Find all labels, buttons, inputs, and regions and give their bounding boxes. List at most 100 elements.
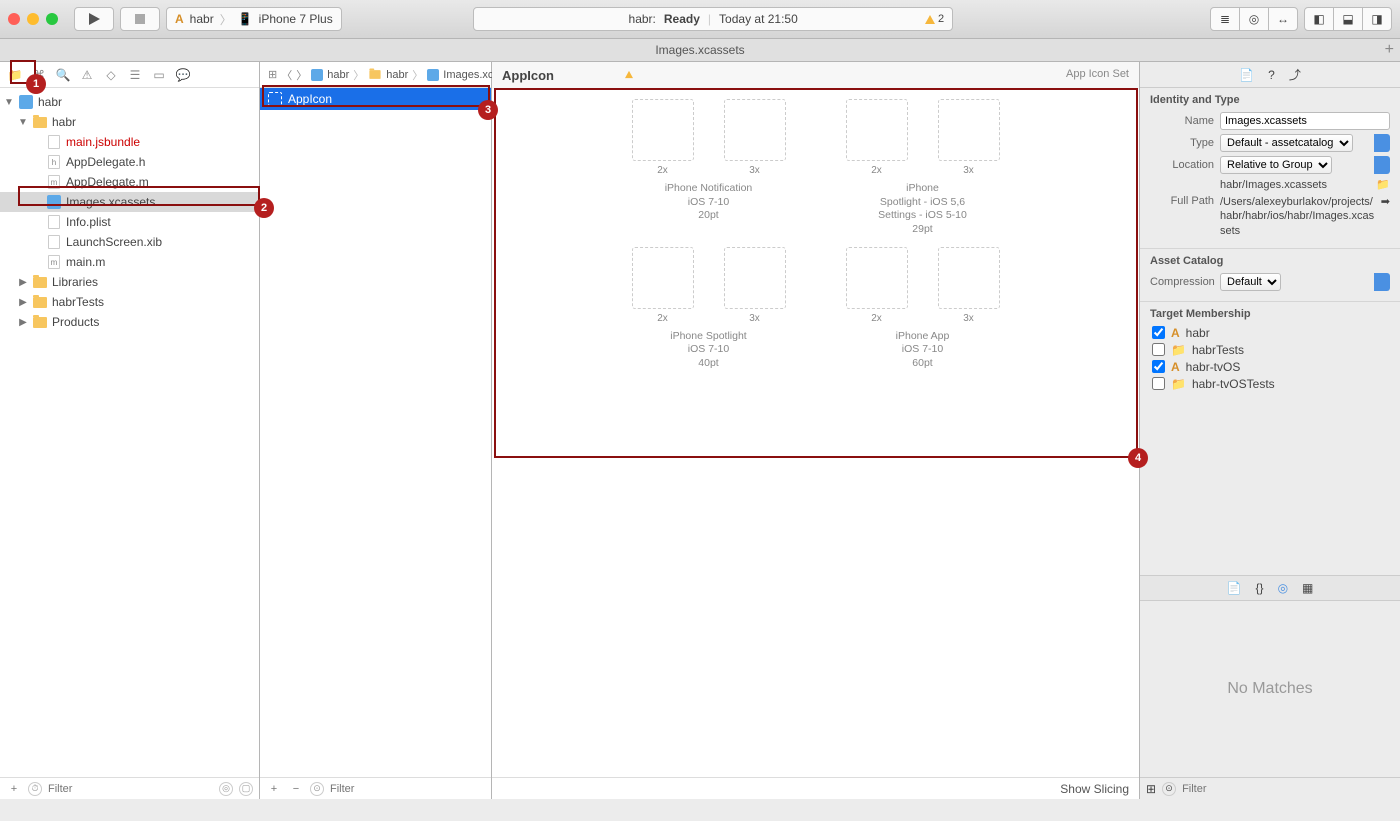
forward-button[interactable]: 〉	[296, 67, 307, 83]
asset-editor: AppIcon App Icon Set 2x 3x iPhone Notifi…	[492, 62, 1140, 799]
target-checkbox[interactable]	[1152, 377, 1165, 390]
related-items-button[interactable]: ⊞	[268, 68, 277, 81]
image-well[interactable]	[632, 99, 694, 161]
issues-indicator[interactable]: 2	[925, 13, 944, 25]
folder-icon: 📁	[1171, 343, 1186, 357]
tree-file-row[interactable]: m AppDelegate.m	[0, 172, 259, 192]
test-navigator-tab[interactable]: ◇	[100, 64, 122, 86]
report-navigator-tab[interactable]: 💬	[172, 64, 194, 86]
attributes-inspector-tab[interactable]: ⤴	[1289, 66, 1301, 83]
activity-status: Ready	[664, 12, 700, 26]
assistant-editor-button[interactable]: ◎	[1239, 7, 1269, 31]
image-wells: 2x 3x iPhone Notification iOS 7-10 20pt …	[492, 89, 1139, 400]
image-well[interactable]	[846, 99, 908, 161]
scope-filter[interactable]: ▢	[239, 782, 253, 796]
tree-group-row[interactable]: ▶ habrTests	[0, 292, 259, 312]
reveal-button[interactable]: ➡	[1381, 195, 1390, 208]
run-button[interactable]	[74, 7, 114, 31]
find-navigator-tab[interactable]: 🔍	[52, 64, 74, 86]
add-asset-button[interactable]: +	[266, 783, 282, 795]
add-button[interactable]: +	[6, 783, 22, 795]
breadcrumb-item[interactable]: habr	[368, 69, 408, 81]
navigator-filter-bar: + ⏱ ◎ ▢	[0, 777, 259, 799]
name-field[interactable]	[1220, 112, 1390, 130]
back-button[interactable]: 〈	[281, 67, 292, 83]
tree-file-row[interactable]: h AppDelegate.h	[0, 152, 259, 172]
show-slicing-button[interactable]: Show Slicing	[1060, 782, 1129, 796]
library-filter-input[interactable]	[1182, 783, 1394, 795]
inspector-panel: 📄 ? ⤴ Identity and Type Name Type Defaul…	[1140, 62, 1400, 799]
code-snippet-tab[interactable]: {}	[1256, 581, 1264, 595]
new-tab-button[interactable]: +	[1385, 41, 1394, 59]
location-select[interactable]: Relative to Group	[1220, 156, 1332, 174]
recent-filter[interactable]: ⏱	[28, 782, 42, 796]
tree-group-row[interactable]: ▶ Libraries	[0, 272, 259, 292]
location-path: habr/Images.xcassets	[1220, 179, 1370, 191]
device-icon: 📱	[238, 12, 253, 26]
help-inspector-tab[interactable]: ?	[1268, 68, 1275, 82]
tree-file-row[interactable]: main.jsbundle	[0, 132, 259, 152]
scm-filter[interactable]: ◎	[219, 782, 233, 796]
right-panel-icon: ◨	[1371, 12, 1382, 26]
folder-icon[interactable]: 📁	[1376, 178, 1390, 191]
activity-time: Today at 21:50	[719, 12, 798, 26]
image-well[interactable]	[846, 247, 908, 309]
image-well[interactable]	[724, 99, 786, 161]
stop-button[interactable]	[120, 7, 160, 31]
chevron-right-icon: 〉	[220, 11, 232, 28]
remove-asset-button[interactable]: −	[288, 783, 304, 795]
window-controls	[8, 13, 58, 25]
tree-file-row[interactable]: LaunchScreen.xib	[0, 232, 259, 252]
tree-project-row[interactable]: ▼ habr	[0, 92, 259, 112]
minimize-window[interactable]	[27, 13, 39, 25]
callout-2: 2	[254, 198, 274, 218]
arrows-icon: ↔	[1277, 12, 1289, 26]
editor-header: AppIcon App Icon Set	[492, 62, 1139, 89]
grid-view-button[interactable]: ⊞	[1146, 782, 1156, 796]
object-library-tab[interactable]: ◎	[1278, 581, 1288, 595]
header-file-icon: h	[48, 155, 60, 169]
tree-file-row[interactable]: Info.plist	[0, 212, 259, 232]
tree-group-row[interactable]: ▶ Products	[0, 312, 259, 332]
compression-select[interactable]: Default	[1220, 273, 1281, 291]
callout-4: 4	[1128, 448, 1148, 468]
toggle-inspector-button[interactable]: ◨	[1362, 7, 1392, 31]
breadcrumb-item[interactable]: habr	[311, 69, 349, 81]
target-checkbox[interactable]	[1152, 326, 1165, 339]
standard-editor-button[interactable]: ≣	[1210, 7, 1240, 31]
folder-icon	[33, 277, 47, 288]
image-well[interactable]	[724, 247, 786, 309]
callout-1: 1	[26, 74, 46, 94]
close-window[interactable]	[8, 13, 20, 25]
image-well[interactable]	[938, 99, 1000, 161]
type-select[interactable]: Default - assetcatalog	[1220, 134, 1353, 152]
asset-filter-bar: + − ⊙	[260, 777, 491, 799]
issue-navigator-tab[interactable]: ⚠	[76, 64, 98, 86]
toggle-navigator-button[interactable]: ◧	[1304, 7, 1334, 31]
image-well[interactable]	[632, 247, 694, 309]
zoom-window[interactable]	[46, 13, 58, 25]
file-inspector-tab[interactable]: 📄	[1239, 68, 1254, 82]
media-library-tab[interactable]: ▦	[1302, 581, 1313, 595]
asset-filter-input[interactable]	[330, 783, 485, 795]
target-checkbox[interactable]	[1152, 343, 1165, 356]
tab-title[interactable]: Images.xcassets	[655, 43, 744, 57]
tree-file-row-selected[interactable]: Images.xcassets	[0, 192, 259, 212]
navigator-filter-input[interactable]	[48, 783, 213, 795]
tree-group-row[interactable]: ▼ habr	[0, 112, 259, 132]
project-icon	[311, 69, 323, 81]
target-checkbox[interactable]	[1152, 360, 1165, 373]
version-editor-button[interactable]: ↔	[1268, 7, 1298, 31]
a-icon: A	[1171, 326, 1180, 340]
project-navigator-tab[interactable]: 📁	[4, 64, 26, 86]
file-template-tab[interactable]: 📄	[1227, 581, 1242, 595]
debug-navigator-tab[interactable]: ☰	[124, 64, 146, 86]
scheme-selector[interactable]: A habr 〉 📱 iPhone 7 Plus	[166, 7, 342, 31]
image-well[interactable]	[938, 247, 1000, 309]
tree-file-row[interactable]: m main.m	[0, 252, 259, 272]
breakpoint-navigator-tab[interactable]: ▭	[148, 64, 170, 86]
folder-icon	[33, 117, 47, 128]
toggle-debug-button[interactable]: ⬓	[1333, 7, 1363, 31]
folder-icon: 📁	[1171, 377, 1186, 391]
asset-list-item[interactable]: AppIcon	[260, 88, 491, 110]
